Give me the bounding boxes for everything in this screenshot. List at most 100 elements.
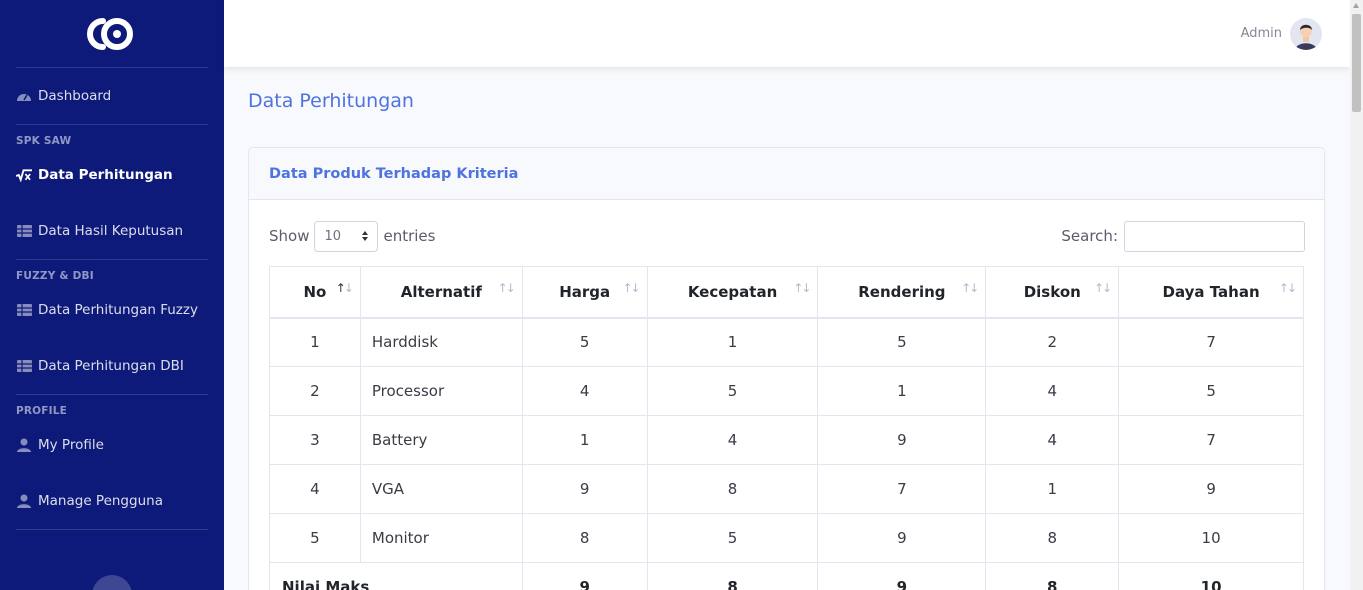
entries-select-value: 10 xyxy=(324,228,342,244)
sidebar: Dashboard SPK SAW Data Perhitungan Data … xyxy=(0,0,224,590)
cell-daya-tahan: 9 xyxy=(1118,464,1304,514)
column-header-label: Kecepatan xyxy=(687,282,778,301)
square-root-icon xyxy=(16,167,32,183)
sort-icon: ↑↓ xyxy=(1094,281,1112,295)
cell-no: 1 xyxy=(269,317,361,367)
table-row: 5 Monitor 8 5 9 8 10 xyxy=(269,513,1304,563)
cell-kecepatan: 4 xyxy=(646,415,819,465)
sidebar-item-label: Data Hasil Keputusan xyxy=(38,223,184,239)
avatar[interactable] xyxy=(1290,17,1322,50)
cell-daya-tahan: 7 xyxy=(1118,415,1304,465)
cell-harga: 1 xyxy=(521,415,648,465)
cell-rendering: 5 xyxy=(817,317,987,367)
cell-alternatif: VGA xyxy=(359,464,523,514)
entries-label: entries xyxy=(383,227,436,245)
search-control: Search: xyxy=(1061,220,1305,252)
cell-daya-tahan: 10 xyxy=(1118,513,1304,563)
sidebar-item-label: Data Perhitungan DBI xyxy=(38,358,184,374)
cell-diskon: 4 xyxy=(985,366,1120,416)
cell-alternatif: Monitor xyxy=(359,513,523,563)
cell-alternatif: Processor xyxy=(359,366,523,416)
cell-rendering: 1 xyxy=(817,366,987,416)
footer-max-rendering: 9 xyxy=(817,562,987,590)
cell-alternatif: Harddisk xyxy=(359,317,523,367)
cell-harga: 9 xyxy=(521,464,648,514)
search-label: Search: xyxy=(1061,227,1118,245)
column-header-label: Alternatif xyxy=(400,282,482,301)
column-header-diskon[interactable]: Diskon ↑↓ xyxy=(985,266,1120,319)
sidebar-item-data-hasil-keputusan[interactable]: Data Hasil Keputusan xyxy=(0,203,224,259)
sort-icon: ↑↓ xyxy=(497,281,516,295)
table-icon xyxy=(16,358,32,374)
column-header-label: Rendering xyxy=(858,282,946,301)
sidebar-toggle-button[interactable] xyxy=(92,575,132,590)
length-control: Show 10 entries xyxy=(269,220,436,252)
table-footer-row: Nilai Maks 9 8 9 8 10 xyxy=(269,562,1304,590)
scroll-up-arrow-icon[interactable] xyxy=(1353,3,1359,8)
cell-kecepatan: 5 xyxy=(646,513,819,563)
sidebar-item-label: My Profile xyxy=(38,437,104,453)
table-icon xyxy=(16,223,32,239)
cell-harga: 8 xyxy=(521,513,648,563)
table-icon xyxy=(16,302,32,318)
brand[interactable] xyxy=(0,0,224,67)
sidebar-item-manage-pengguna[interactable]: Manage Pengguna xyxy=(0,473,224,529)
cell-rendering: 7 xyxy=(817,464,987,514)
cell-diskon: 8 xyxy=(985,513,1120,563)
sort-icon: ↑↓ xyxy=(793,281,811,295)
sidebar-divider xyxy=(16,529,208,530)
cell-rendering: 9 xyxy=(817,513,987,563)
sidebar-item-data-perhitungan[interactable]: Data Perhitungan xyxy=(0,147,224,203)
cell-diskon: 4 xyxy=(985,415,1120,465)
cell-diskon: 1 xyxy=(985,464,1120,514)
footer-max-harga: 9 xyxy=(521,562,648,590)
sidebar-item-fuzzy[interactable]: Data Perhitungan Fuzzy xyxy=(0,282,224,338)
cell-daya-tahan: 7 xyxy=(1118,317,1304,367)
cell-diskon: 2 xyxy=(985,317,1120,367)
sidebar-item-label: Data Perhitungan Fuzzy xyxy=(38,302,198,318)
sidebar-item-label: Data Perhitungan xyxy=(38,167,173,183)
cell-harga: 5 xyxy=(521,317,648,367)
footer-max-kecepatan: 8 xyxy=(646,562,819,590)
logo-icon xyxy=(87,17,133,50)
sidebar-item-label: Dashboard xyxy=(38,88,112,104)
footer-max-diskon: 8 xyxy=(985,562,1120,590)
column-header-no[interactable]: No ↑↓ xyxy=(269,266,361,319)
column-header-daya-tahan[interactable]: Daya Tahan ↑↓ xyxy=(1118,266,1304,319)
column-header-label: Harga xyxy=(559,282,611,301)
select-arrows-icon xyxy=(362,231,369,241)
column-header-kecepatan[interactable]: Kecepatan ↑↓ xyxy=(646,266,819,319)
card-title: Data Produk Terhadap Kriteria xyxy=(269,165,519,182)
column-header-harga[interactable]: Harga ↑↓ xyxy=(521,266,648,319)
cell-daya-tahan: 5 xyxy=(1118,366,1304,416)
sidebar-heading: SPK SAW xyxy=(16,135,72,147)
cell-alternatif: Battery xyxy=(359,415,523,465)
sort-icon: ↑↓ xyxy=(961,281,979,295)
cell-no: 3 xyxy=(269,415,361,465)
table-controls: Show 10 entries Search: xyxy=(269,220,1305,252)
sidebar-item-label: Manage Pengguna xyxy=(38,493,163,509)
show-label: Show xyxy=(269,227,310,245)
card-header: Data Produk Terhadap Kriteria xyxy=(249,148,1324,200)
column-header-alternatif[interactable]: Alternatif ↑↓ xyxy=(359,266,523,319)
data-card: Data Produk Terhadap Kriteria Show 10 en… xyxy=(248,147,1325,590)
sidebar-heading: PROFILE xyxy=(16,405,68,417)
column-header-rendering[interactable]: Rendering ↑↓ xyxy=(817,266,987,319)
column-header-label: Daya Tahan xyxy=(1162,282,1260,301)
sidebar-item-dbi[interactable]: Data Perhitungan DBI xyxy=(0,338,224,394)
scrollbar-thumb[interactable] xyxy=(1352,14,1361,112)
cell-no: 2 xyxy=(269,366,361,416)
footer-label: Nilai Maks xyxy=(269,562,523,590)
cell-kecepatan: 1 xyxy=(646,317,819,367)
sidebar-heading: FUZZY & DBI xyxy=(16,270,94,282)
user-icon xyxy=(16,437,32,453)
search-input[interactable] xyxy=(1124,220,1305,252)
table-row: 1 Harddisk 5 1 5 2 7 xyxy=(269,317,1304,367)
sidebar-item-my-profile[interactable]: My Profile xyxy=(0,417,224,473)
entries-select[interactable]: 10 xyxy=(314,220,379,252)
page-scrollbar[interactable] xyxy=(1350,0,1363,590)
sidebar-item-dashboard[interactable]: Dashboard xyxy=(0,68,224,124)
user-name[interactable]: Admin xyxy=(1241,26,1282,41)
cell-kecepatan: 5 xyxy=(646,366,819,416)
cell-rendering: 9 xyxy=(817,415,987,465)
